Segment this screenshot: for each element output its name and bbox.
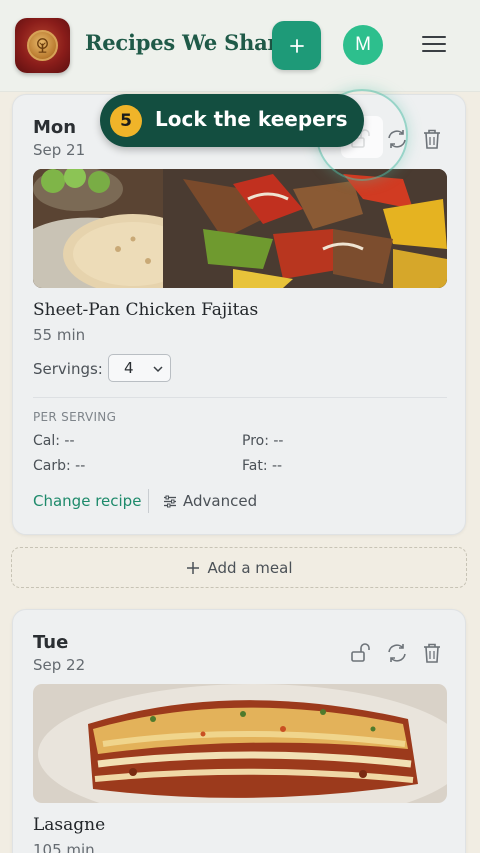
tour-step-badge: 5: [110, 105, 142, 137]
recipe-photo[interactable]: [33, 169, 447, 288]
day-date: Sep 21: [33, 141, 86, 159]
change-recipe-link[interactable]: Change recipe: [33, 492, 141, 510]
app-title: Recipes We Share: [85, 30, 292, 55]
carbs-value: Carb: --: [33, 458, 86, 474]
fat-value: Fat: --: [242, 458, 283, 474]
lasagne-photo: [33, 684, 447, 803]
app-header: Recipes We Share M: [0, 0, 480, 92]
divider: [33, 397, 447, 398]
chevron-down-icon: [153, 366, 163, 373]
plus-icon: [289, 38, 304, 53]
user-avatar[interactable]: M: [343, 25, 383, 65]
trash-icon: [424, 643, 440, 663]
hamburger-menu-icon: [422, 36, 446, 52]
servings-label: Servings:: [33, 360, 103, 378]
add-meal-button[interactable]: Add a meal: [11, 547, 467, 588]
calories-value: Cal: --: [33, 433, 75, 449]
recipe-time: 55 min: [33, 326, 86, 344]
plus-icon: [186, 561, 199, 574]
add-meal-label: Add a meal: [207, 558, 293, 577]
day-date: Sep 22: [33, 656, 86, 674]
action-separator: [148, 489, 149, 513]
day-name: Mon: [33, 117, 77, 138]
protein-value: Pro: --: [242, 433, 284, 449]
recipe-name[interactable]: Lasagne: [33, 815, 105, 835]
menu-button[interactable]: [421, 33, 447, 55]
advanced-label: Advanced: [183, 492, 258, 510]
fajitas-photo: [33, 169, 447, 288]
trash-icon: [424, 129, 440, 149]
delete-button[interactable]: [419, 640, 445, 666]
tree-seal-icon: [27, 30, 58, 61]
tour-text: Lock the keepers: [155, 107, 348, 131]
day-name: Tue: [33, 632, 69, 653]
unlock-icon: [351, 643, 370, 662]
recipe-photo[interactable]: [33, 684, 447, 803]
servings-select[interactable]: 4: [108, 354, 171, 382]
per-serving-label: PER SERVING: [33, 410, 117, 424]
refresh-icon: [388, 644, 406, 662]
servings-value: 4: [124, 359, 134, 377]
sliders-icon: [164, 495, 176, 507]
advanced-button[interactable]: Advanced: [163, 492, 257, 510]
lock-button[interactable]: [348, 640, 374, 666]
tour-callout[interactable]: 5 Lock the keepers: [100, 94, 364, 147]
recipe-name[interactable]: Sheet-Pan Chicken Fajitas: [33, 300, 258, 320]
swap-recipe-button[interactable]: [384, 640, 410, 666]
add-recipe-button[interactable]: [272, 21, 321, 70]
app-logo[interactable]: [15, 18, 70, 73]
delete-button[interactable]: [419, 126, 445, 152]
recipe-time: 105 min: [33, 841, 95, 853]
day-card-tue: Tue Sep 22 Lasagne 105 min: [12, 609, 466, 853]
